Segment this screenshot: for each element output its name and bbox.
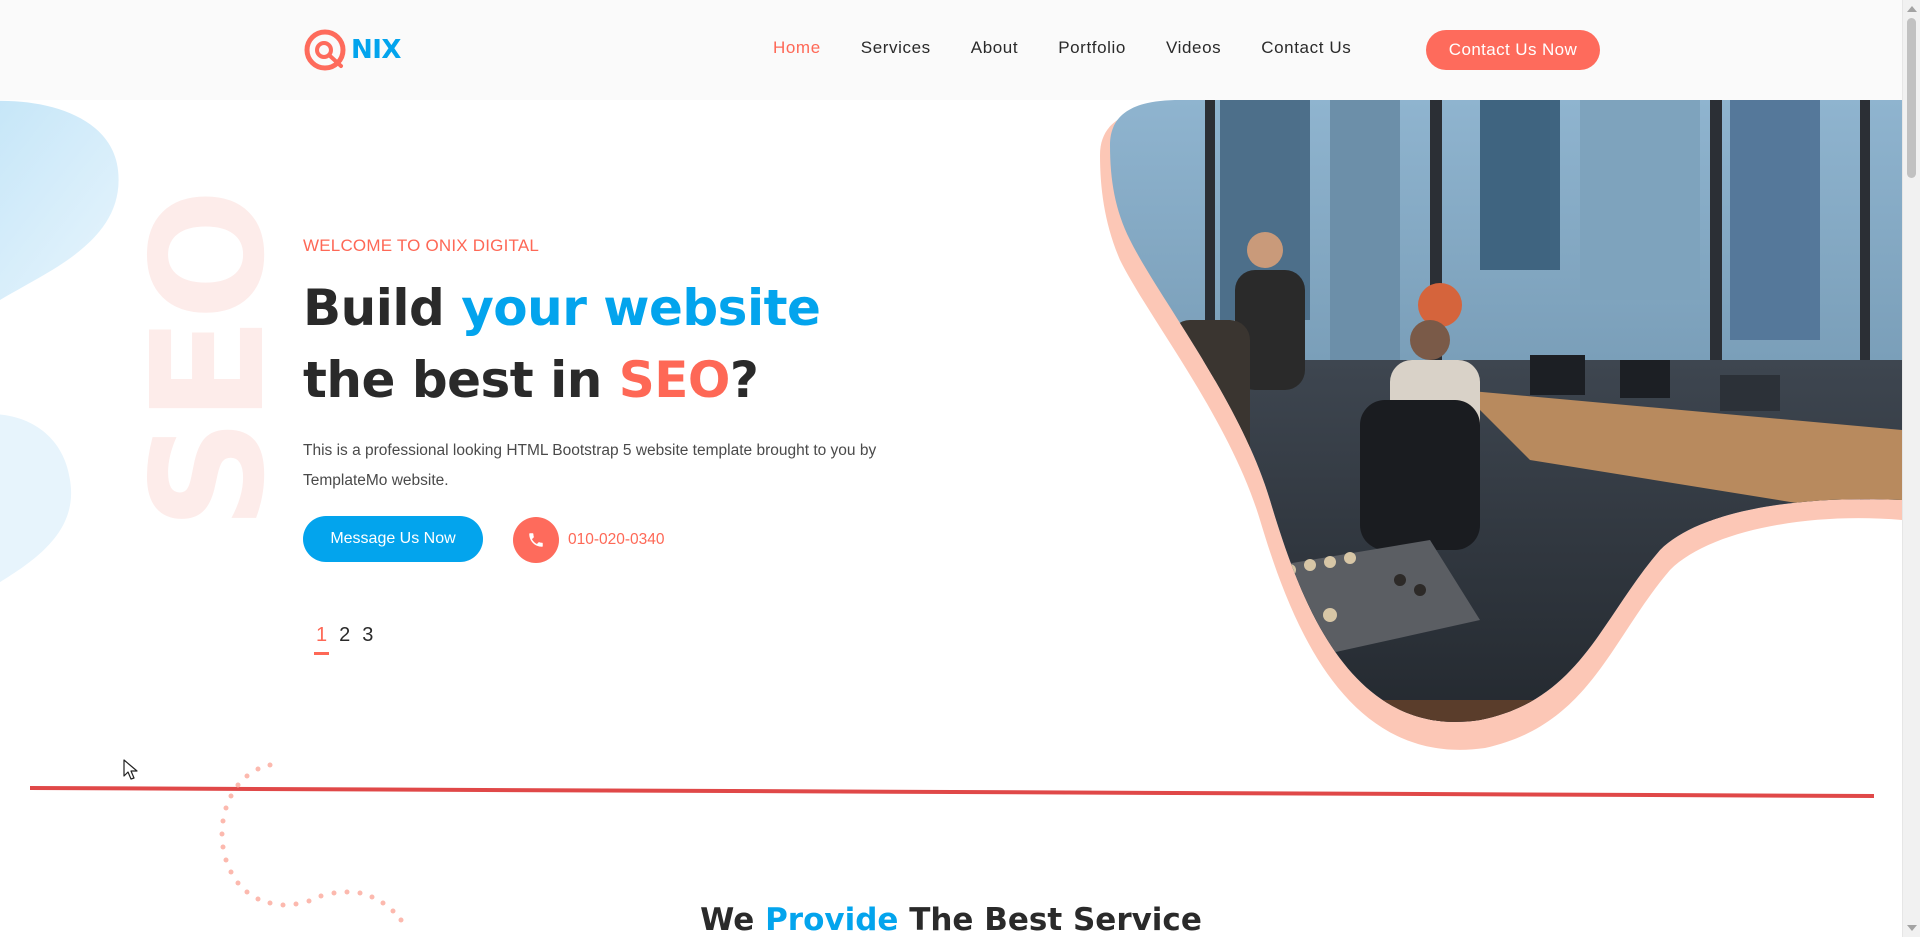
section-title-highlight: Provide — [765, 902, 899, 937]
scroll-up-icon[interactable] — [1907, 6, 1917, 12]
pager-item-2[interactable]: 2 — [337, 624, 352, 647]
nav-item-videos[interactable]: Videos — [1166, 38, 1221, 58]
logo[interactable]: NIX — [303, 28, 401, 72]
cursor-icon — [123, 759, 138, 780]
hero-image — [1100, 100, 1902, 750]
section-title-part2: The Best Service — [898, 902, 1202, 937]
headline-part1: Build — [303, 279, 462, 337]
headline-highlight2: SEO — [618, 351, 731, 409]
seo-watermark: SEO — [132, 193, 272, 530]
page-scrollbar[interactable] — [1902, 0, 1920, 937]
hero-eyebrow: WELCOME TO ONIX DIGITAL — [303, 236, 540, 255]
main-nav: Home Services About Portfolio Videos Con… — [773, 38, 1391, 58]
decorative-blob — [0, 100, 119, 583]
nav-item-about[interactable]: About — [971, 38, 1018, 58]
pager-item-1[interactable]: 1 — [314, 624, 330, 655]
hero-description: This is a professional looking HTML Boot… — [303, 442, 877, 489]
scroll-thumb[interactable] — [1907, 18, 1916, 178]
section-title: We Provide The Best Service — [0, 902, 1902, 937]
headline-highlight1: your website — [461, 279, 821, 337]
headline-part3: ? — [729, 351, 759, 409]
logo-icon — [303, 28, 347, 72]
nav-item-home[interactable]: Home — [773, 38, 821, 58]
logo-text: NIX — [351, 35, 401, 65]
site-header: NIX Home Services About Portfolio Videos… — [0, 0, 1902, 100]
hero-headline: Build your website the best in SEO? — [303, 272, 923, 416]
slider-pager: 1 2 3 — [314, 624, 375, 655]
phone-icon[interactable] — [513, 517, 559, 563]
section-title-part1: We — [700, 902, 766, 937]
svg-text:SEO: SEO — [132, 193, 272, 530]
contact-us-now-button[interactable]: Contact Us Now — [1426, 30, 1600, 70]
headline-part2: the best in — [303, 351, 619, 409]
nav-item-portfolio[interactable]: Portfolio — [1058, 38, 1126, 58]
scroll-down-icon[interactable] — [1907, 925, 1917, 931]
message-us-now-button[interactable]: Message Us Now — [303, 516, 483, 562]
nav-item-contact[interactable]: Contact Us — [1261, 38, 1351, 58]
phone-number-link[interactable]: 010-020-0340 — [568, 531, 665, 549]
pager-item-3[interactable]: 3 — [360, 624, 375, 647]
nav-item-services[interactable]: Services — [861, 38, 931, 58]
